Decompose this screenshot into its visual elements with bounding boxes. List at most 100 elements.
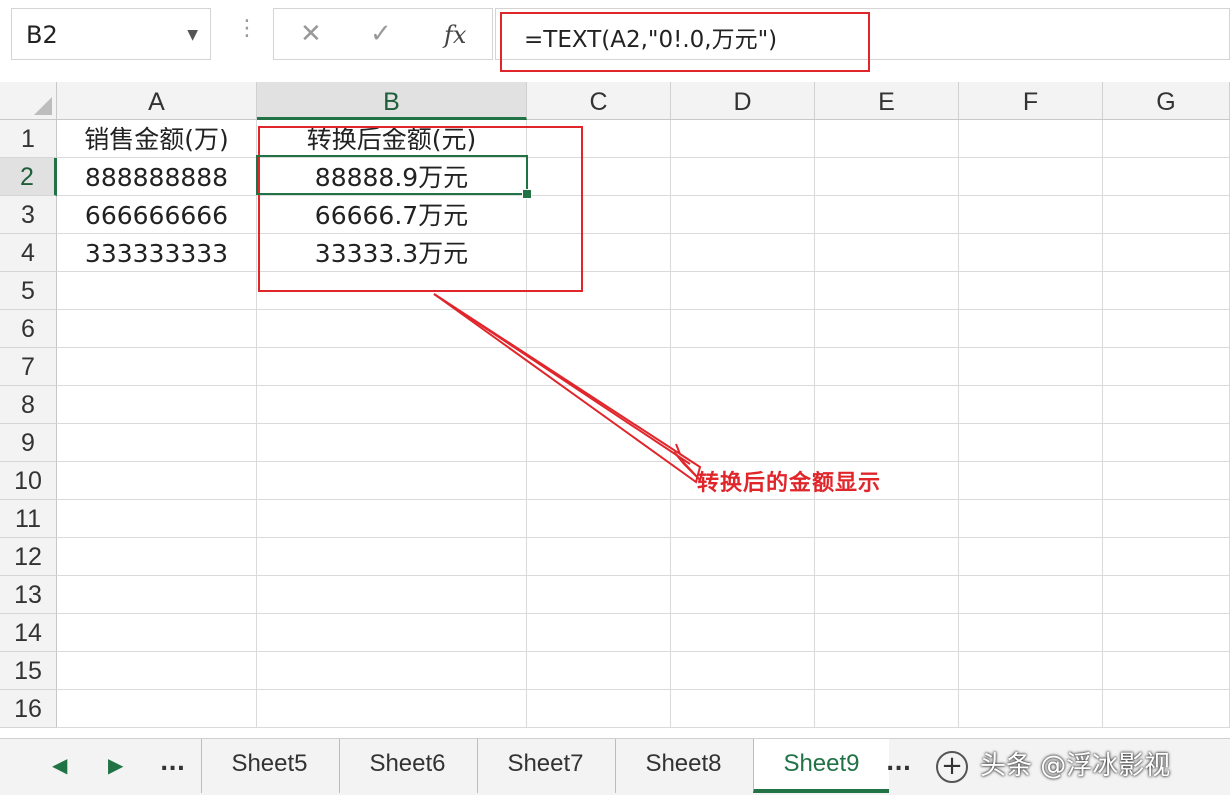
row-header-13[interactable]: 13 <box>0 576 57 614</box>
cell-e6[interactable] <box>815 310 959 348</box>
cell-f15[interactable] <box>959 652 1103 690</box>
cell-c10[interactable] <box>527 462 671 500</box>
cell-g4[interactable] <box>1103 234 1230 272</box>
column-header-b[interactable]: B <box>257 82 527 120</box>
cell-a3[interactable]: 666666666 <box>57 196 257 234</box>
cell-d13[interactable] <box>671 576 815 614</box>
cell-g8[interactable] <box>1103 386 1230 424</box>
cell-f11[interactable] <box>959 500 1103 538</box>
cell-b12[interactable] <box>257 538 527 576</box>
cell-e4[interactable] <box>815 234 959 272</box>
cell-d6[interactable] <box>671 310 815 348</box>
cell-d9[interactable] <box>671 424 815 462</box>
cell-d4[interactable] <box>671 234 815 272</box>
cell-g16[interactable] <box>1103 690 1230 728</box>
cell-g3[interactable] <box>1103 196 1230 234</box>
cell-f7[interactable] <box>959 348 1103 386</box>
cell-c13[interactable] <box>527 576 671 614</box>
cell-g13[interactable] <box>1103 576 1230 614</box>
cell-d14[interactable] <box>671 614 815 652</box>
sheet-tab-sheet6[interactable]: Sheet6 <box>339 739 475 793</box>
cell-g1[interactable] <box>1103 120 1230 158</box>
column-header-g[interactable]: G <box>1103 82 1230 120</box>
cell-a14[interactable] <box>57 614 257 652</box>
row-header-14[interactable]: 14 <box>0 614 57 652</box>
cell-a16[interactable] <box>57 690 257 728</box>
row-header-15[interactable]: 15 <box>0 652 57 690</box>
cell-c16[interactable] <box>527 690 671 728</box>
cell-c12[interactable] <box>527 538 671 576</box>
row-header-11[interactable]: 11 <box>0 500 57 538</box>
cell-b9[interactable] <box>257 424 527 462</box>
cell-e7[interactable] <box>815 348 959 386</box>
cell-d8[interactable] <box>671 386 815 424</box>
cell-a13[interactable] <box>57 576 257 614</box>
fill-handle[interactable] <box>522 189 532 199</box>
cell-a8[interactable] <box>57 386 257 424</box>
cell-a6[interactable] <box>57 310 257 348</box>
cell-f4[interactable] <box>959 234 1103 272</box>
cell-e15[interactable] <box>815 652 959 690</box>
cell-f1[interactable] <box>959 120 1103 158</box>
cell-d12[interactable] <box>671 538 815 576</box>
cell-c9[interactable] <box>527 424 671 462</box>
cell-b8[interactable] <box>257 386 527 424</box>
cell-e2[interactable] <box>815 158 959 196</box>
chevron-down-icon[interactable]: ▼ <box>187 9 198 61</box>
cell-g11[interactable] <box>1103 500 1230 538</box>
cell-e14[interactable] <box>815 614 959 652</box>
row-header-7[interactable]: 7 <box>0 348 57 386</box>
prev-sheet-icon[interactable]: ◀ <box>52 753 67 777</box>
cell-e5[interactable] <box>815 272 959 310</box>
column-header-d[interactable]: D <box>671 82 815 120</box>
column-header-c[interactable]: C <box>527 82 671 120</box>
row-header-2[interactable]: 2 <box>0 158 57 196</box>
cell-g9[interactable] <box>1103 424 1230 462</box>
row-header-3[interactable]: 3 <box>0 196 57 234</box>
cell-g14[interactable] <box>1103 614 1230 652</box>
insert-function-icon[interactable]: fx <box>444 21 466 49</box>
column-header-a[interactable]: A <box>57 82 257 120</box>
cell-g7[interactable] <box>1103 348 1230 386</box>
cell-d5[interactable] <box>671 272 815 310</box>
cell-g10[interactable] <box>1103 462 1230 500</box>
cell-b10[interactable] <box>257 462 527 500</box>
cell-f12[interactable] <box>959 538 1103 576</box>
cell-e16[interactable] <box>815 690 959 728</box>
cell-d11[interactable] <box>671 500 815 538</box>
cell-e1[interactable] <box>815 120 959 158</box>
add-sheet-button[interactable]: + <box>936 751 968 783</box>
row-header-9[interactable]: 9 <box>0 424 57 462</box>
cell-d16[interactable] <box>671 690 815 728</box>
cell-a1[interactable]: 销售金额(万) <box>57 120 257 158</box>
sheet-tab-sheet7[interactable]: Sheet7 <box>477 739 613 793</box>
row-header-4[interactable]: 4 <box>0 234 57 272</box>
cell-f16[interactable] <box>959 690 1103 728</box>
cell-f6[interactable] <box>959 310 1103 348</box>
cell-e12[interactable] <box>815 538 959 576</box>
cell-a5[interactable] <box>57 272 257 310</box>
cell-f9[interactable] <box>959 424 1103 462</box>
cell-g12[interactable] <box>1103 538 1230 576</box>
cell-d7[interactable] <box>671 348 815 386</box>
cell-e13[interactable] <box>815 576 959 614</box>
column-header-f[interactable]: F <box>959 82 1103 120</box>
next-sheet-icon[interactable]: ▶ <box>108 753 123 777</box>
cell-e8[interactable] <box>815 386 959 424</box>
enter-icon[interactable]: ✓ <box>370 19 392 49</box>
more-sheets-left-button[interactable]: ... <box>160 751 185 776</box>
cell-b16[interactable] <box>257 690 527 728</box>
cell-b7[interactable] <box>257 348 527 386</box>
cell-f14[interactable] <box>959 614 1103 652</box>
cell-c6[interactable] <box>527 310 671 348</box>
row-header-8[interactable]: 8 <box>0 386 57 424</box>
row-header-16[interactable]: 16 <box>0 690 57 728</box>
row-header-1[interactable]: 1 <box>0 120 57 158</box>
row-header-6[interactable]: 6 <box>0 310 57 348</box>
cell-a11[interactable] <box>57 500 257 538</box>
cell-a15[interactable] <box>57 652 257 690</box>
cell-g6[interactable] <box>1103 310 1230 348</box>
cell-f2[interactable] <box>959 158 1103 196</box>
cell-g5[interactable] <box>1103 272 1230 310</box>
cell-a2[interactable]: 888888888 <box>57 158 257 196</box>
